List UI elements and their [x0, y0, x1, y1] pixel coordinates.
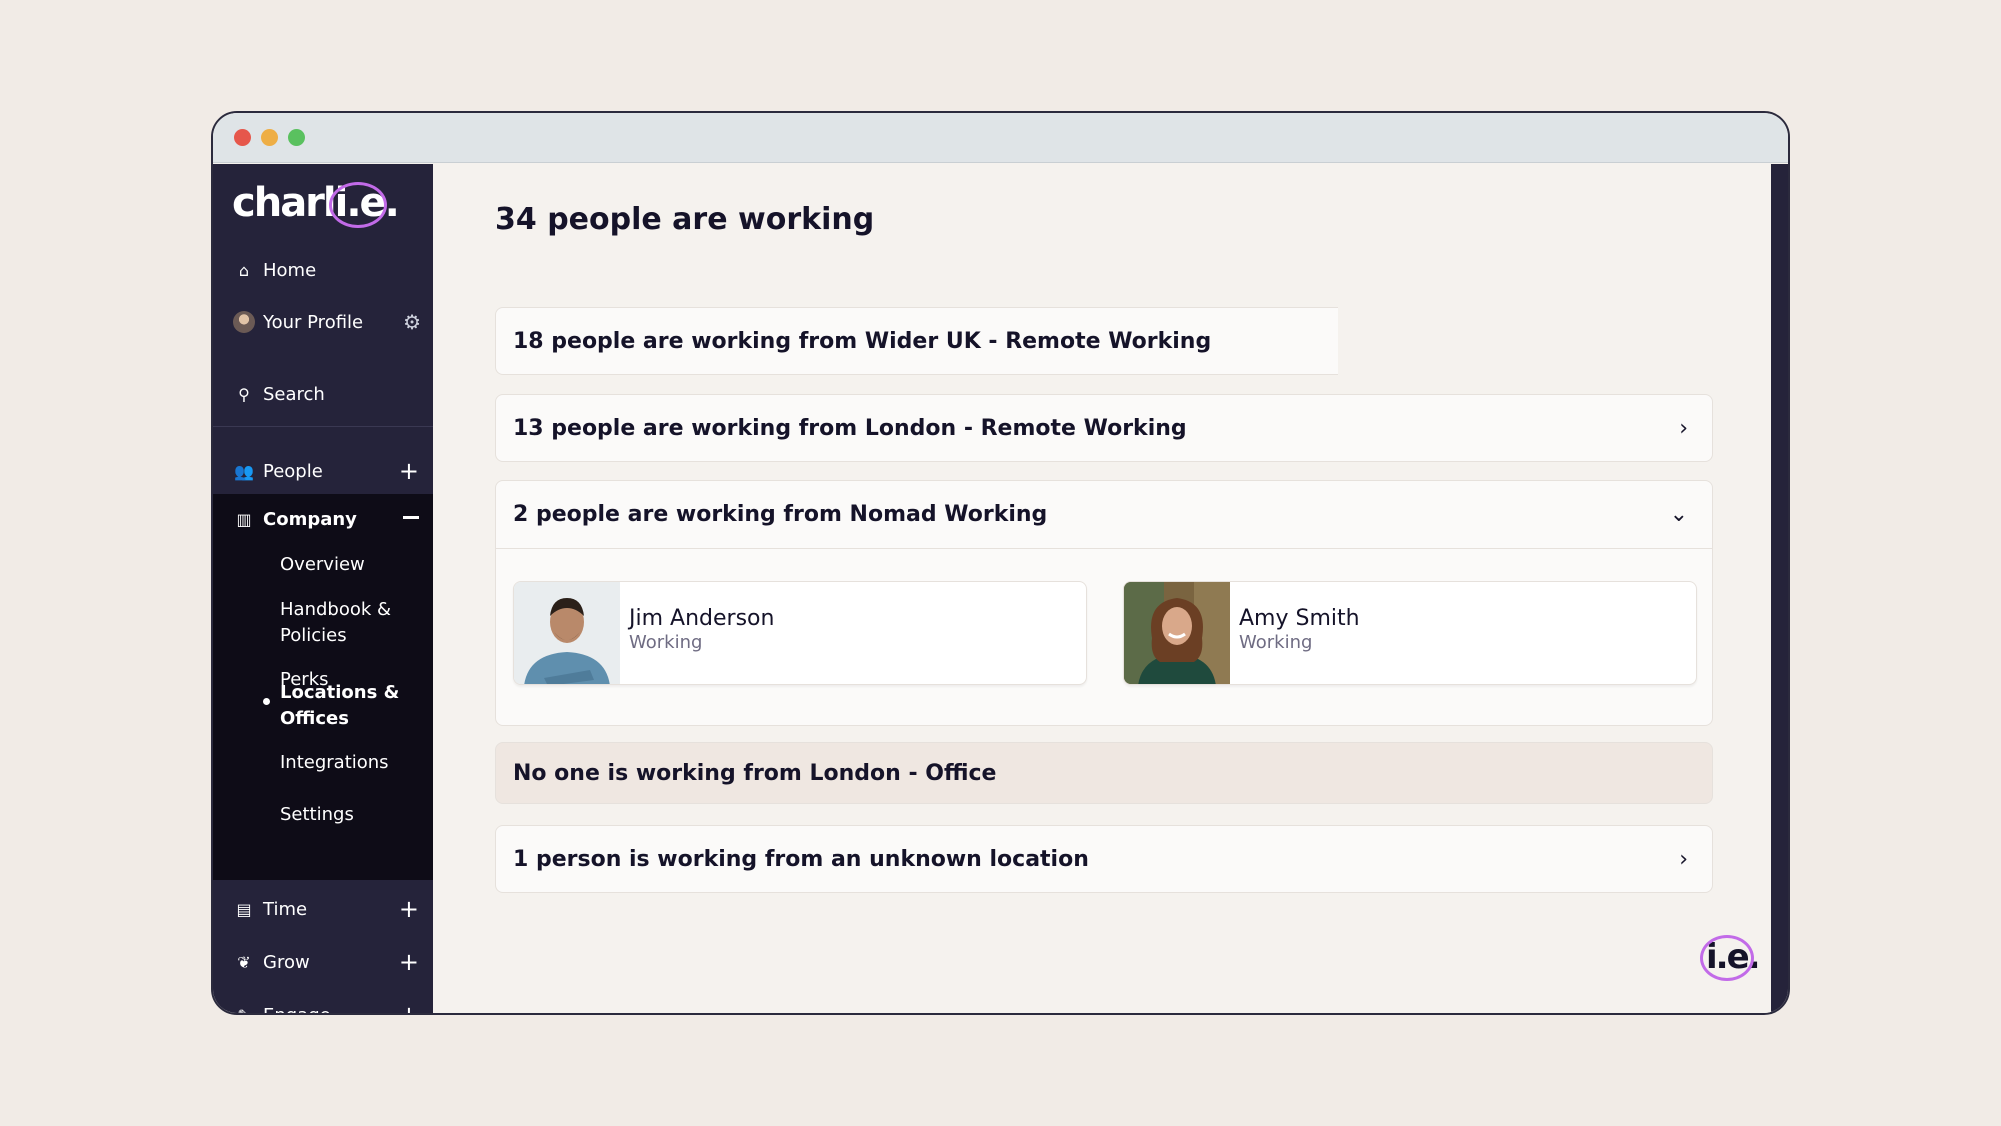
person-name: Amy Smith: [1239, 606, 1360, 631]
nav-engage[interactable]: ✎ Engage +: [213, 990, 433, 1013]
nav-engage-label: Engage: [263, 1005, 331, 1014]
amy-avatar: [1124, 582, 1230, 684]
nav-company[interactable]: ▥ Company: [213, 494, 433, 544]
charlie-logo[interactable]: charli.e.: [232, 180, 400, 232]
main-content: 34 people are working 18 people are work…: [433, 164, 1773, 1013]
group-unknown-location[interactable]: 1 person is working from an unknown loca…: [495, 825, 1713, 893]
nav-home[interactable]: ⌂ Home: [213, 245, 433, 295]
expand-people-icon[interactable]: +: [399, 457, 419, 485]
logo-ie: i.e.: [328, 180, 400, 228]
group-london-remote[interactable]: 13 people are working from London - Remo…: [495, 394, 1713, 462]
company-integrations[interactable]: Integrations: [280, 750, 389, 776]
nav-people-label: People: [263, 460, 323, 482]
company-settings[interactable]: Settings: [280, 802, 354, 828]
group-label: 2 people are working from Nomad Working: [513, 502, 1048, 527]
sidebar-divider: [213, 426, 433, 427]
person-status: Working: [1239, 632, 1313, 653]
group-wider-uk[interactable]: 18 people are working from Wider UK - Re…: [495, 307, 1338, 375]
search-icon: ⚲: [238, 384, 250, 404]
active-bullet-icon: [263, 698, 270, 705]
company-locations-1[interactable]: Locations &: [280, 680, 399, 706]
home-icon: ⌂: [238, 260, 250, 280]
nav-time-label: Time: [263, 898, 308, 920]
collapse-company-icon[interactable]: [403, 516, 419, 519]
nav-company-label: Company: [263, 508, 357, 530]
expand-grow-icon[interactable]: +: [399, 948, 419, 976]
nav-people[interactable]: 👥 People +: [213, 446, 433, 496]
logo-text: charl: [232, 180, 337, 226]
nav-search[interactable]: ⚲ Search: [213, 369, 433, 419]
maximize-window-button[interactable]: [288, 129, 305, 146]
group-nomad-header[interactable]: 2 people are working from Nomad Working …: [496, 481, 1712, 549]
group-label: 18 people are working from Wider UK - Re…: [513, 328, 1212, 354]
person-card-jim[interactable]: Jim Anderson Working: [513, 581, 1087, 685]
jim-avatar: [514, 582, 620, 684]
expand-engage-icon[interactable]: +: [399, 1001, 419, 1013]
minimize-window-button[interactable]: [261, 129, 278, 146]
nav-grow-label: Grow: [263, 951, 310, 973]
chevron-right-icon: ›: [1679, 415, 1688, 441]
engage-icon: ✎: [233, 1006, 255, 1014]
gear-icon[interactable]: ⚙: [403, 310, 421, 334]
group-label: 1 person is working from an unknown loca…: [513, 846, 1089, 872]
company-overview[interactable]: Overview: [280, 552, 365, 578]
scrollbar-track[interactable]: [1771, 164, 1788, 1013]
sidebar: charli.e. ⌂ Home Your Profile ⚙ ⚲ Search…: [213, 164, 433, 1013]
close-window-button[interactable]: [234, 129, 251, 146]
company-handbook-2[interactable]: Policies: [280, 623, 347, 649]
group-label: No one is working from London - Office: [513, 760, 997, 786]
plant-icon: ❦: [237, 952, 251, 972]
fab-ring-icon: [1700, 935, 1754, 981]
people-icon: 👥: [234, 461, 254, 481]
group-label: 13 people are working from London - Remo…: [513, 415, 1187, 441]
nav-time[interactable]: ▤ Time +: [213, 884, 433, 934]
app-window: charli.e. ⌂ Home Your Profile ⚙ ⚲ Search…: [211, 111, 1790, 1015]
group-nomad-expanded: 2 people are working from Nomad Working …: [495, 480, 1713, 726]
nav-grow[interactable]: ❦ Grow +: [213, 937, 433, 987]
nav-profile-label: Your Profile: [263, 311, 364, 333]
nav-home-label: Home: [263, 259, 317, 281]
company-handbook-1[interactable]: Handbook &: [280, 597, 391, 623]
person-status: Working: [629, 632, 703, 653]
nav-search-label: Search: [263, 383, 325, 405]
company-section: ▥ Company Overview Handbook & Policies P…: [213, 494, 433, 880]
building-icon: ▥: [236, 509, 252, 529]
group-london-office: No one is working from London - Office: [495, 742, 1713, 804]
chevron-right-icon: ›: [1679, 846, 1688, 872]
page-title: 34 people are working: [495, 202, 875, 237]
chevron-down-icon: ⌄: [1669, 502, 1688, 527]
profile-avatar: [233, 311, 255, 333]
person-card-amy[interactable]: Amy Smith Working: [1123, 581, 1697, 685]
logo-ring-icon: [328, 182, 387, 228]
briefcase-icon: ▤: [236, 899, 252, 919]
expand-time-icon[interactable]: +: [399, 895, 419, 923]
person-name: Jim Anderson: [629, 606, 775, 631]
title-bar: [213, 113, 1788, 163]
nav-your-profile[interactable]: Your Profile ⚙: [213, 297, 433, 347]
company-locations-2[interactable]: Offices: [280, 706, 349, 732]
ie-assistant-button[interactable]: i.e.: [1698, 933, 1761, 983]
